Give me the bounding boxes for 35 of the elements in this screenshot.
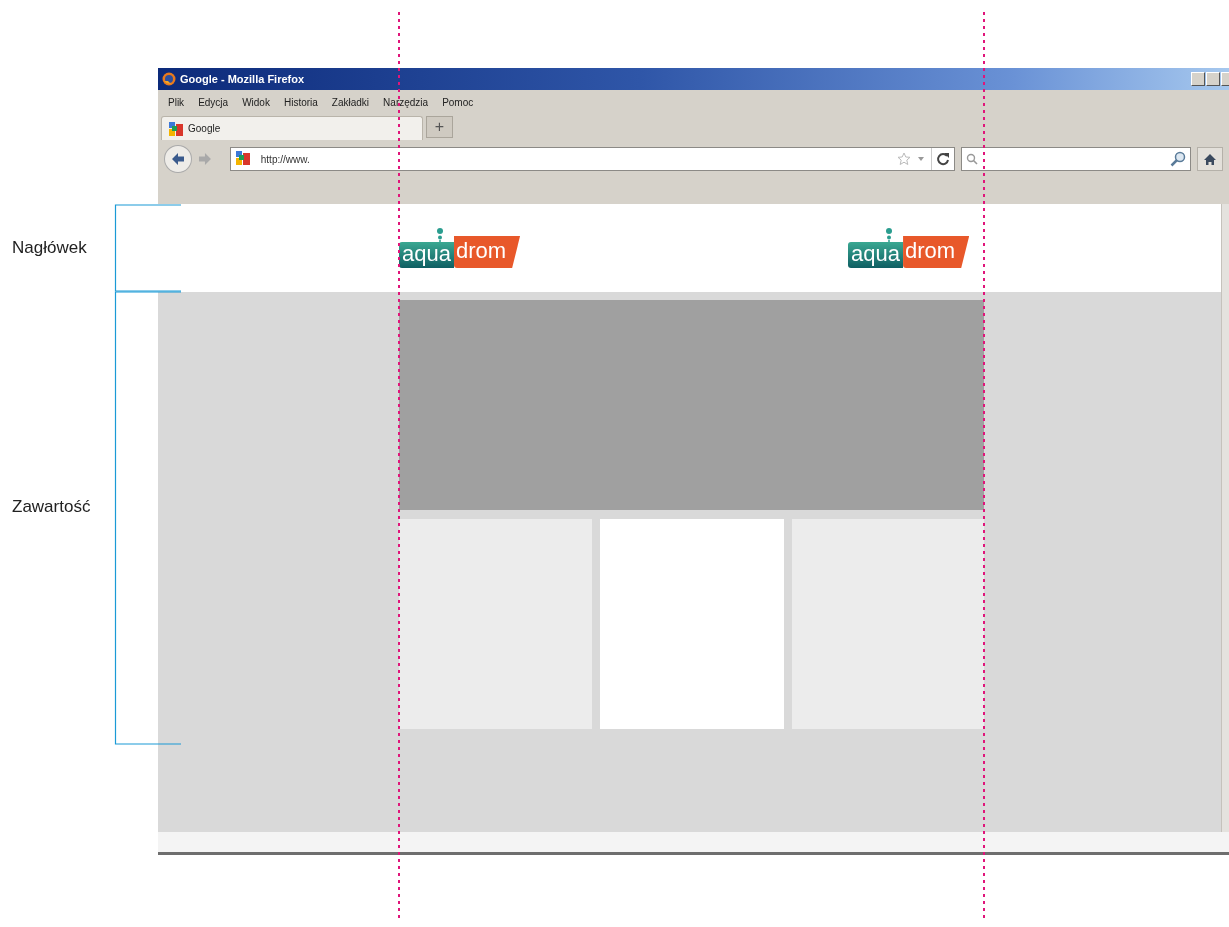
reload-icon: [936, 152, 951, 166]
logo-wordmark: drom: [453, 236, 521, 268]
menu-item[interactable]: Edycja: [198, 96, 229, 108]
home-button[interactable]: [1197, 147, 1223, 171]
menu-item[interactable]: Pomoc: [442, 96, 474, 108]
address-bar[interactable]: http://www.: [229, 147, 956, 171]
scrollbar[interactable]: [1221, 204, 1229, 832]
url-input[interactable]: http://www.: [260, 153, 892, 165]
menu-item[interactable]: Plik: [168, 96, 185, 108]
logo-wordmark: aqua: [848, 242, 904, 268]
maximize-button[interactable]: [1206, 72, 1220, 86]
browser-tab[interactable]: Google: [161, 116, 423, 140]
browser-logo-icon: [162, 72, 176, 86]
home-icon: [1203, 152, 1218, 166]
section-label: Nagłówek: [12, 238, 87, 258]
menu-item[interactable]: Narzędzia: [383, 96, 429, 108]
section-label: Zawartość: [12, 497, 91, 517]
logo-wordmark: aqua: [399, 242, 454, 268]
back-button[interactable]: [164, 145, 192, 173]
dropdown-icon[interactable]: [917, 156, 926, 162]
favicon-icon: [168, 120, 184, 137]
menu-item[interactable]: Historia: [283, 96, 318, 108]
menu-item[interactable]: Widok: [242, 96, 270, 108]
bubbles-icon: [436, 228, 444, 242]
bubbles-icon: [885, 228, 894, 242]
back-arrow-icon: [170, 152, 185, 166]
minimize-button[interactable]: [1191, 72, 1205, 86]
star-icon[interactable]: [897, 152, 912, 166]
search-field[interactable]: [961, 147, 1192, 171]
search-icon[interactable]: [1170, 151, 1187, 167]
window-title: Google - Mozilla Firefox: [180, 73, 305, 85]
menu-item[interactable]: Zakładki: [331, 96, 370, 108]
new-tab-button[interactable]: +: [426, 116, 453, 138]
search-icon: [966, 153, 979, 165]
logo-wordmark: drom: [903, 236, 970, 268]
